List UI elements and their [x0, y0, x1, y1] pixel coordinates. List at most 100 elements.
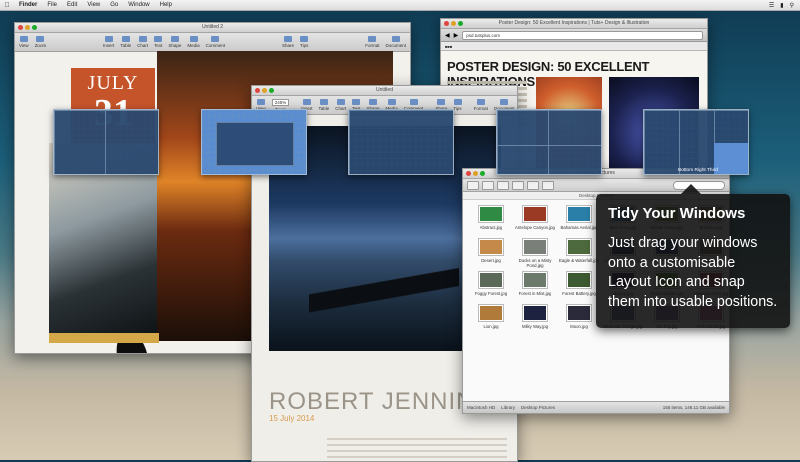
forward-button[interactable] [482, 180, 494, 190]
file-thumbnail [523, 239, 547, 255]
finder-status-bar: Macintosh HD Library Desktop Pictures 15… [463, 401, 729, 413]
close-button[interactable] [255, 88, 260, 93]
shape-button[interactable]: Shape [168, 36, 181, 48]
table-button[interactable]: Table [318, 99, 329, 111]
minimize-button[interactable] [451, 21, 456, 26]
bookmark-item[interactable]: ■■■ [445, 44, 452, 49]
comment-button[interactable]: Comment [206, 36, 225, 48]
zoom-button[interactable] [269, 88, 274, 93]
resume-body-text [327, 438, 507, 461]
poster-window-titlebar[interactable]: Untitled 2 [15, 23, 410, 33]
media-button[interactable]: Media [187, 36, 200, 48]
close-button[interactable] [18, 25, 23, 30]
file-item[interactable]: Lion.jpg [471, 305, 511, 334]
back-icon[interactable]: ◀ [445, 32, 450, 39]
layout-icon-bottom-right-third[interactable]: Bottom Right Third [643, 109, 749, 175]
forward-icon[interactable]: ▶ [454, 32, 459, 39]
document-titlebar[interactable]: Untitled [252, 86, 517, 96]
file-item[interactable]: Eagle & Waterfall.jpg [559, 239, 599, 268]
pier-silhouette [309, 246, 459, 326]
chart-button[interactable]: Chart [335, 99, 346, 111]
file-thumbnail [479, 239, 503, 255]
menu-go[interactable]: Go [105, 2, 123, 8]
back-button[interactable] [467, 180, 479, 190]
tips-button[interactable]: Tips [300, 36, 308, 48]
arrange-button[interactable] [542, 180, 554, 190]
path-hd[interactable]: Macintosh HD [467, 405, 495, 410]
path-desktop-pictures[interactable]: Desktop Pictures [521, 405, 555, 410]
item-count: 155 items, 146.11 GB available [662, 405, 725, 410]
minimize-button[interactable] [262, 88, 267, 93]
file-item[interactable]: Bahamas Aerial.jpg [559, 206, 599, 235]
text-button[interactable]: Text [154, 36, 162, 48]
zoom-button[interactable]: Zoom [35, 36, 46, 48]
zoom-button[interactable] [32, 25, 37, 30]
file-name: Bahamas Aerial.jpg [560, 225, 598, 230]
menu-app-name[interactable]: Finder [14, 2, 42, 8]
document-button[interactable]: Document [385, 36, 406, 48]
apple-icon[interactable]:  [0, 2, 14, 9]
file-thumbnail [567, 305, 591, 321]
menubar:  Finder File Edit View Go Window Help ☰… [0, 0, 800, 11]
file-name: Antelope Canyon.jpg [515, 225, 555, 230]
tips-button[interactable]: Tips [453, 99, 462, 111]
zoom-button[interactable] [458, 21, 463, 26]
close-button[interactable] [466, 171, 471, 176]
path-library[interactable]: Library [501, 405, 515, 410]
file-item[interactable]: Milky Way.jpg [515, 305, 555, 334]
file-thumbnail [567, 272, 591, 288]
battery-icon[interactable]: ▮ [780, 2, 783, 9]
file-name: Ducks on a Misty Pond.jpg [518, 258, 552, 268]
layout-icon-selected[interactable] [201, 109, 307, 175]
file-thumbnail [479, 272, 503, 288]
window-controls [466, 171, 485, 176]
file-thumbnail [523, 272, 547, 288]
share-button[interactable]: Share [282, 36, 294, 48]
file-item[interactable]: Forest Battery.jpg [559, 272, 599, 301]
menubar-status-icons: ☰ ▮ ⚲ [769, 2, 800, 9]
file-item[interactable]: Antelope Canyon.jpg [515, 206, 555, 235]
minimize-button[interactable] [473, 171, 478, 176]
format-button[interactable]: Format [365, 36, 379, 48]
insert-button[interactable]: Insert [103, 36, 114, 48]
layout-icon-quarters[interactable] [496, 109, 602, 175]
file-name: Desert.jpg [481, 258, 501, 263]
file-item[interactable]: Foggy Forest.jpg [471, 272, 511, 301]
file-name: Forest Battery.jpg [562, 291, 596, 296]
file-name: Lion.jpg [483, 324, 499, 329]
wifi-icon[interactable]: ☰ [769, 2, 774, 9]
layout-icon-center[interactable] [348, 109, 454, 175]
view-button[interactable]: View [19, 36, 29, 48]
file-thumbnail [479, 305, 503, 321]
file-name: Foggy Forest.jpg [474, 291, 508, 296]
chart-button[interactable]: Chart [137, 36, 148, 48]
browser-titlebar[interactable]: Poster Design: 50 Excellent Inspirations… [441, 19, 707, 29]
menu-view[interactable]: View [82, 2, 105, 8]
file-thumbnail [479, 206, 503, 222]
file-item[interactable]: Ducks on a Misty Pond.jpg [515, 239, 555, 268]
document-title: Untitled [376, 87, 393, 93]
menu-help[interactable]: Help [155, 2, 177, 8]
menu-window[interactable]: Window [123, 2, 154, 8]
menu-edit[interactable]: Edit [62, 2, 82, 8]
layout-icon-left-half[interactable] [53, 109, 159, 175]
column-view-button[interactable] [527, 180, 539, 190]
zoom-button[interactable] [480, 171, 485, 176]
search-icon[interactable]: ⚲ [790, 2, 794, 9]
menu-file[interactable]: File [42, 2, 62, 8]
file-item[interactable]: Abstract.jpg [471, 206, 511, 235]
table-button[interactable]: Table [120, 36, 131, 48]
poster-footer-strip [49, 333, 159, 343]
window-controls [18, 25, 37, 30]
list-view-button[interactable] [512, 180, 524, 190]
layout-label: Bottom Right Third [678, 168, 718, 173]
file-item[interactable]: Forest in Mist.jpg [515, 272, 555, 301]
minimize-button[interactable] [25, 25, 30, 30]
file-item[interactable]: Desert.jpg [471, 239, 511, 268]
file-item[interactable]: Moon.jpg [559, 305, 599, 334]
icon-view-button[interactable] [497, 180, 509, 190]
close-button[interactable] [444, 21, 449, 26]
address-bar[interactable]: psd.tutsplus.com [462, 30, 703, 40]
window-controls [444, 21, 463, 26]
format-button[interactable]: Format [474, 99, 488, 111]
